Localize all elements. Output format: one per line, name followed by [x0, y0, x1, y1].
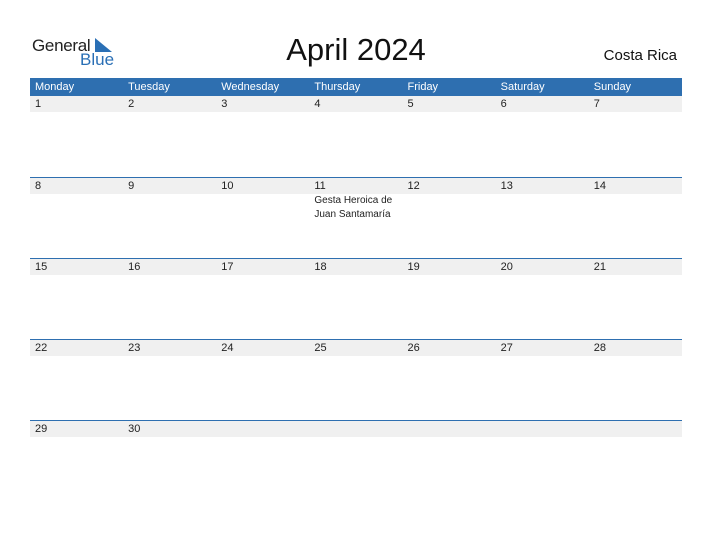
weekday-header: Monday Tuesday Wednesday Thursday Friday… [30, 78, 682, 96]
weekday-tuesday: Tuesday [128, 81, 170, 93]
holiday-event: Gesta Heroica de Juan Santamaría [314, 195, 393, 220]
weekday-friday: Friday [407, 81, 439, 93]
day-number [309, 421, 402, 437]
day-number: 22 [35, 342, 48, 354]
day-number-strip: 8 9 10 11 12 13 14 [30, 178, 682, 194]
week-row: 15 16 17 18 19 20 21 [30, 258, 682, 339]
holiday-event [123, 194, 216, 222]
day-number: 16 [128, 261, 141, 273]
weekday-wednesday: Wednesday [221, 81, 280, 93]
day-number: 1 [35, 98, 42, 110]
day-number: 17 [221, 261, 234, 273]
weekday-thursday: Thursday [314, 81, 361, 93]
day-number: 18 [314, 261, 327, 273]
day-number-strip: 1 2 3 4 5 6 7 [30, 96, 682, 112]
holiday-event [216, 194, 309, 222]
day-number: 24 [221, 342, 234, 354]
holiday-event [30, 194, 123, 222]
day-number: 15 [35, 261, 48, 273]
day-number: 11 [314, 180, 326, 192]
country-label: Costa Rica [603, 47, 677, 64]
day-number: 25 [314, 342, 327, 354]
weekday-saturday: Saturday [500, 81, 545, 93]
day-number: 14 [593, 180, 606, 192]
weekday-sunday: Sunday [593, 81, 632, 93]
week-row: 8 9 10 11 12 13 14 Gesta Heroica de Juan Santam… [30, 177, 682, 258]
day-number: 19 [407, 261, 420, 273]
day-number: 13 [500, 180, 513, 192]
day-number: 7 [593, 98, 600, 110]
week-row: 1 2 3 4 5 6 7 [30, 96, 682, 177]
day-number: 9 [128, 180, 135, 192]
day-number [589, 421, 682, 437]
events-area: Gesta Heroica de Juan Santamaría [30, 194, 682, 222]
week-row: 29 30 [30, 420, 682, 501]
day-number: 28 [593, 342, 606, 354]
holiday-event [496, 194, 589, 222]
day-number-strip: 15 16 17 18 19 20 21 [30, 259, 682, 275]
holiday-event [589, 194, 682, 222]
day-number: 2 [128, 98, 135, 110]
day-number: 6 [500, 98, 507, 110]
day-number-strip: 29 30 [30, 421, 682, 437]
day-number [403, 421, 496, 437]
day-number: 21 [593, 261, 606, 273]
weeks-container: 1 2 3 4 5 6 7 8 9 10 11 12 13 14 Gesta Heroica de Juan… [30, 96, 682, 501]
day-number: 20 [500, 261, 513, 273]
day-number: 26 [407, 342, 420, 354]
day-number: 3 [221, 98, 228, 110]
day-number: 8 [35, 180, 42, 192]
weekday-monday: Monday [35, 81, 75, 93]
day-number: 27 [500, 342, 513, 354]
day-number [496, 421, 589, 437]
day-number: 4 [314, 98, 321, 110]
week-row: 22 23 24 25 26 27 28 [30, 339, 682, 420]
day-number-strip: 22 23 24 25 26 27 28 [30, 340, 682, 356]
day-number: 23 [128, 342, 141, 354]
day-number: 30 [128, 423, 141, 435]
day-number [216, 421, 309, 437]
holiday-event [403, 194, 496, 222]
day-number: 5 [407, 98, 414, 110]
day-number: 10 [221, 180, 234, 192]
day-number: 29 [35, 423, 48, 435]
day-number: 12 [407, 180, 420, 192]
calendar-grid: Monday Tuesday Wednesday Thursday Friday… [30, 78, 682, 501]
